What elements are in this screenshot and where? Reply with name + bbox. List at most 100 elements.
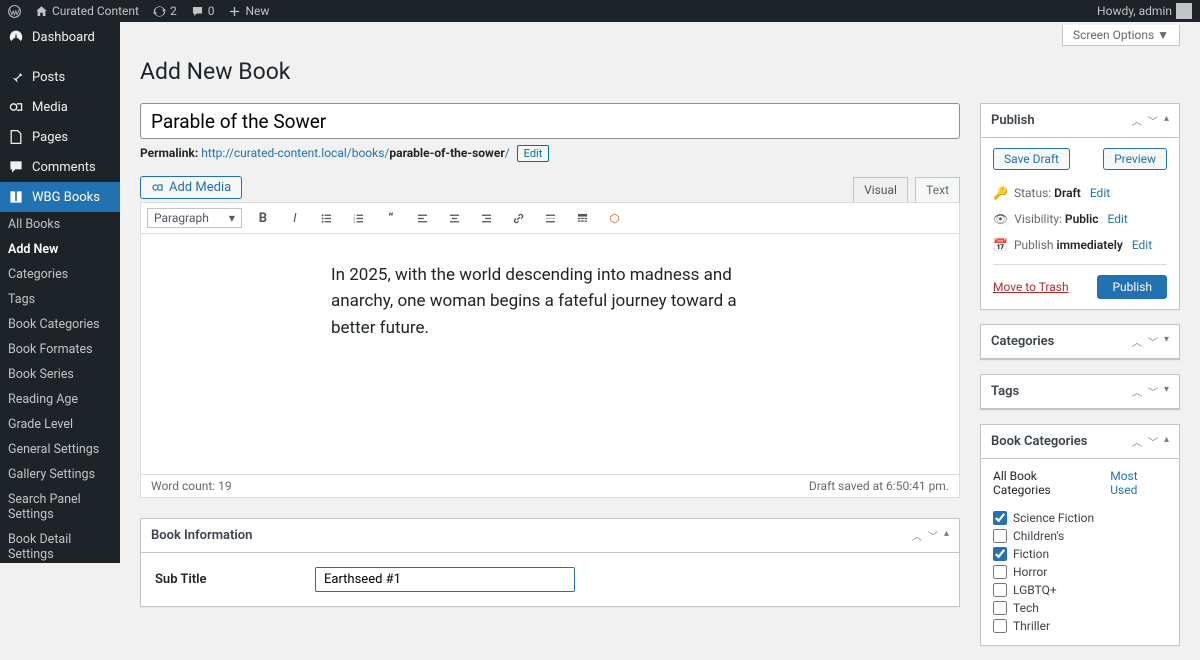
menu-media[interactable]: Media — [0, 92, 120, 122]
edit-timestamp-link[interactable]: Edit — [1132, 238, 1152, 252]
submenu-book-detail-settings[interactable]: Book Detail Settings — [0, 527, 120, 563]
more-button[interactable] — [540, 207, 562, 229]
permalink-box: Permalink: http://curated-content.local/… — [140, 145, 960, 162]
category-checkbox[interactable] — [993, 511, 1007, 525]
pin-icon — [8, 69, 24, 85]
menu-posts[interactable]: Posts — [0, 62, 120, 92]
post-title-input[interactable] — [140, 103, 960, 139]
submenu-book-categories[interactable]: Book Categories — [0, 312, 120, 337]
updates-link[interactable]: 2 — [153, 4, 177, 18]
extra-icon[interactable] — [604, 207, 626, 229]
editor-toolbar: Paragraph▾ B I 123 “ — [141, 203, 959, 234]
home-icon — [35, 5, 48, 18]
move-down-icon[interactable]: ﹀ — [1148, 434, 1158, 449]
save-draft-button[interactable]: Save Draft — [993, 148, 1070, 170]
category-checkbox[interactable] — [993, 565, 1007, 579]
toggle-icon[interactable]: ▾ — [1164, 384, 1169, 399]
category-item: Science Fiction — [993, 509, 1167, 527]
tab-most-used[interactable]: Most Used — [1110, 469, 1167, 497]
bullet-list-button[interactable] — [316, 207, 338, 229]
menu-comments[interactable]: Comments — [0, 152, 120, 182]
publish-button[interactable]: Publish — [1097, 275, 1167, 299]
move-up-icon[interactable]: ︿ — [1132, 384, 1142, 399]
submenu-reading-age[interactable]: Reading Age — [0, 387, 120, 412]
menu-pages[interactable]: Pages — [0, 122, 120, 152]
bold-button[interactable]: B — [252, 207, 274, 229]
category-checkbox[interactable] — [993, 547, 1007, 561]
preview-button[interactable]: Preview — [1103, 148, 1167, 170]
category-label: Horror — [1013, 565, 1047, 579]
book-icon — [8, 189, 24, 205]
category-item: Thriller — [993, 617, 1167, 635]
category-label: LGBTQ+ — [1013, 583, 1057, 597]
italic-button[interactable]: I — [284, 207, 306, 229]
category-checkbox[interactable] — [993, 601, 1007, 615]
subtitle-label: Sub Title — [155, 572, 315, 587]
calendar-icon: 📅 — [993, 238, 1008, 252]
key-icon: 🔑 — [993, 186, 1008, 200]
menu-wbg-books[interactable]: WBG Books — [0, 182, 120, 212]
subtitle-input[interactable] — [315, 567, 575, 592]
new-content-link[interactable]: New — [228, 4, 269, 18]
dashboard-icon — [8, 29, 24, 45]
media-icon — [8, 99, 24, 115]
number-list-button[interactable]: 123 — [348, 207, 370, 229]
move-down-icon[interactable]: ﹀ — [928, 528, 938, 543]
submenu-book-formates[interactable]: Book Formates — [0, 337, 120, 362]
my-account-link[interactable]: Howdy, admin — [1097, 3, 1192, 19]
submenu-gallery-settings[interactable]: Gallery Settings — [0, 462, 120, 487]
update-icon — [153, 5, 166, 18]
add-media-button[interactable]: Add Media — [140, 176, 242, 199]
media-icon — [151, 181, 164, 194]
blockquote-button[interactable]: “ — [380, 207, 402, 229]
move-up-icon[interactable]: ︿ — [1132, 334, 1142, 349]
link-button[interactable] — [508, 207, 530, 229]
edit-status-link[interactable]: Edit — [1090, 186, 1110, 200]
site-name-link[interactable]: Curated Content — [35, 4, 139, 18]
move-down-icon[interactable]: ﹀ — [1148, 334, 1158, 349]
submenu-book-series[interactable]: Book Series — [0, 362, 120, 387]
tab-all-book-categories[interactable]: All Book Categories — [993, 469, 1096, 497]
move-down-icon[interactable]: ﹀ — [1148, 113, 1158, 128]
editor-content-area[interactable]: In 2025, with the world descending into … — [141, 234, 959, 474]
submenu-general-settings[interactable]: General Settings — [0, 437, 120, 462]
toggle-icon[interactable]: ▴ — [1164, 434, 1169, 449]
move-up-icon[interactable]: ︿ — [1132, 434, 1142, 449]
move-to-trash-link[interactable]: Move to Trash — [993, 280, 1069, 294]
submenu-add-new[interactable]: Add New — [0, 237, 120, 262]
permalink-link[interactable]: http://curated-content.local/books/parab… — [201, 146, 509, 160]
edit-slug-button[interactable]: Edit — [517, 145, 550, 162]
tab-text[interactable]: Text — [915, 177, 960, 202]
tab-visual[interactable]: Visual — [853, 177, 908, 202]
submenu-search-panel-settings[interactable]: Search Panel Settings — [0, 487, 120, 527]
toolbar-toggle-button[interactable] — [572, 207, 594, 229]
site-name: Curated Content — [52, 4, 139, 18]
submenu-grade-level[interactable]: Grade Level — [0, 412, 120, 437]
comments-link[interactable]: 0 — [191, 4, 215, 18]
toggle-icon[interactable]: ▾ — [1164, 334, 1169, 349]
book-info-title: Book Information — [151, 528, 912, 543]
category-label: Tech — [1013, 601, 1039, 615]
category-checkbox[interactable] — [993, 583, 1007, 597]
format-dropdown[interactable]: Paragraph▾ — [147, 208, 242, 228]
submenu-all-books[interactable]: All Books — [0, 212, 120, 237]
tags-title: Tags — [991, 384, 1132, 399]
align-right-button[interactable] — [476, 207, 498, 229]
move-up-icon[interactable]: ︿ — [1132, 113, 1142, 128]
toggle-icon[interactable]: ▴ — [944, 528, 949, 543]
toggle-icon[interactable]: ▴ — [1164, 113, 1169, 128]
screen-options-button[interactable]: Screen Options ▼ — [1062, 25, 1180, 46]
align-center-button[interactable] — [444, 207, 466, 229]
move-up-icon[interactable]: ︿ — [912, 528, 922, 543]
edit-visibility-link[interactable]: Edit — [1108, 212, 1128, 226]
category-checkbox[interactable] — [993, 619, 1007, 633]
menu-dashboard[interactable]: Dashboard — [0, 22, 120, 52]
wp-logo[interactable] — [8, 5, 21, 18]
move-down-icon[interactable]: ﹀ — [1148, 384, 1158, 399]
submenu-categories[interactable]: Categories — [0, 262, 120, 287]
submenu-tags[interactable]: Tags — [0, 287, 120, 312]
publish-title: Publish — [991, 113, 1132, 128]
category-checkbox[interactable] — [993, 529, 1007, 543]
align-left-button[interactable] — [412, 207, 434, 229]
autosave-status: Draft saved at 6:50:41 pm. — [809, 479, 949, 493]
